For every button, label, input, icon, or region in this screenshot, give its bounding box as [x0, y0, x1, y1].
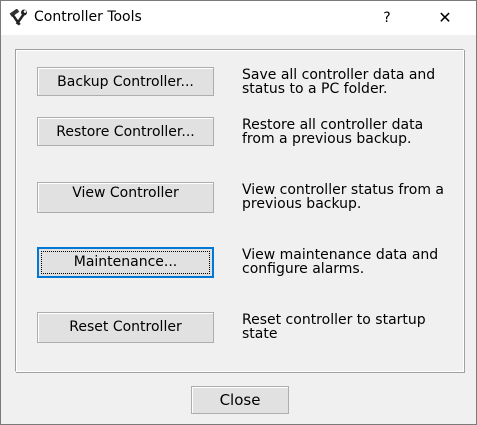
description-line: Restore all controller data: [242, 117, 424, 133]
description-line: configure alarms.: [242, 261, 365, 277]
restore-controller-description: Restore all controller data from a previ…: [242, 118, 462, 146]
maintenance-description: View maintenance data and configure alar…: [242, 248, 462, 276]
help-button[interactable]: ?: [363, 1, 411, 35]
backup-controller-button[interactable]: Backup Controller...: [37, 67, 214, 96]
backup-controller-description: Save all controller data and status to a…: [242, 68, 462, 96]
controller-tools-dialog: Controller Tools ? ✕ Backup Controller..…: [0, 0, 477, 425]
window-close-button[interactable]: ✕: [421, 1, 469, 35]
reset-controller-button[interactable]: Reset Controller: [37, 312, 214, 343]
description-line: Reset controller to startup: [242, 312, 426, 328]
focus-indicator: [41, 251, 210, 274]
close-button[interactable]: Close: [191, 386, 289, 414]
maintenance-button[interactable]: Maintenance...: [37, 247, 214, 278]
view-controller-button[interactable]: View Controller: [37, 182, 214, 213]
description-line: View maintenance data and: [242, 247, 439, 263]
description-line: View controller status from a: [242, 182, 444, 198]
reset-controller-description: Reset controller to startup state: [242, 313, 462, 341]
description-line: state: [242, 326, 278, 342]
window-title: Controller Tools: [34, 9, 142, 25]
title-bar[interactable]: Controller Tools ? ✕: [1, 1, 476, 35]
view-controller-description: View controller status from a previous b…: [242, 183, 462, 211]
tools-icon: [9, 9, 27, 26]
description-line: Save all controller data and: [242, 67, 436, 83]
restore-controller-button[interactable]: Restore Controller...: [37, 117, 214, 146]
description-line: from a previous backup.: [242, 131, 412, 147]
description-line: status to a PC folder.: [242, 81, 388, 97]
description-line: previous backup.: [242, 196, 362, 212]
